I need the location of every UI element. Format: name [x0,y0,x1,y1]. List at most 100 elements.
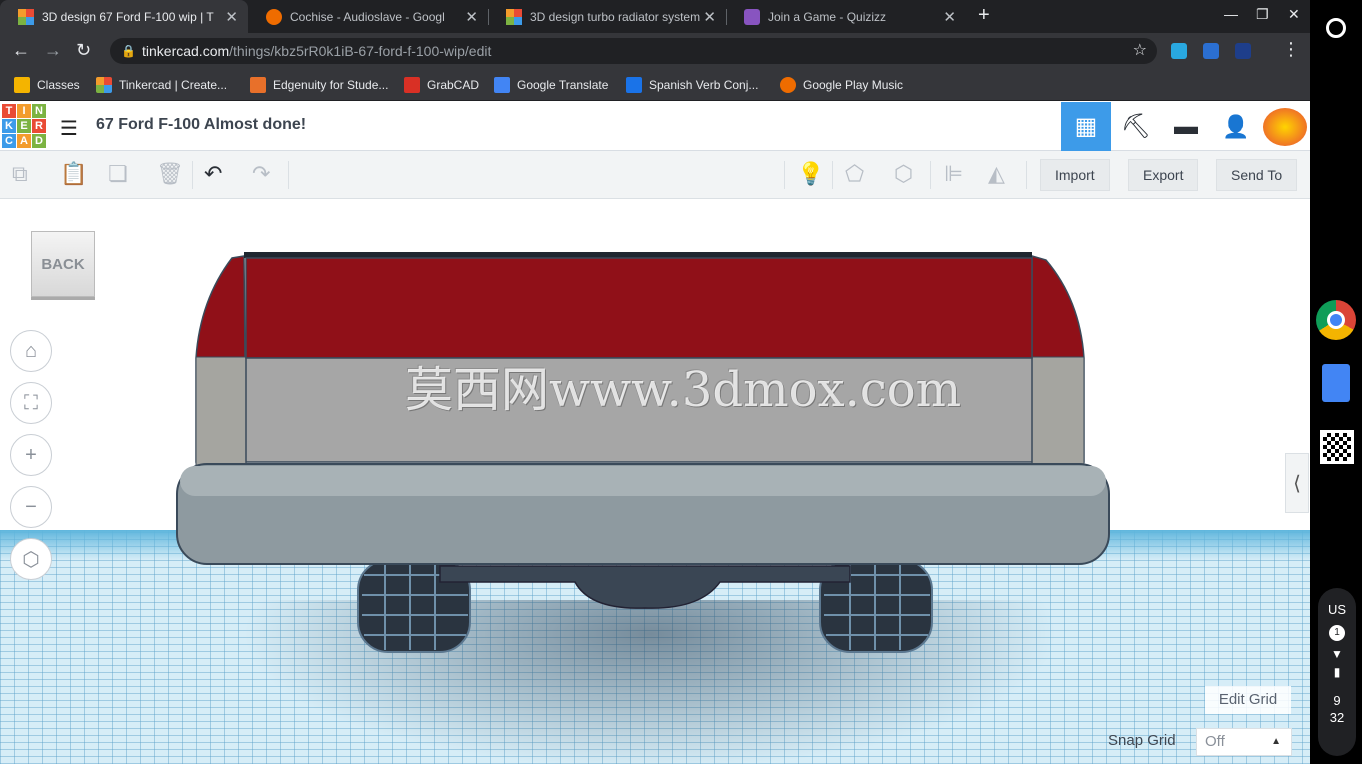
undo-icon[interactable]: ↶ [204,161,222,187]
bookmark-edgenuity[interactable]: Edgenuity for Stude... [250,69,388,101]
truck-model[interactable] [0,200,1310,764]
logo-letter-n: N [32,104,46,118]
export-button[interactable]: Export [1128,159,1199,191]
keyboard-layout: US [1327,602,1347,617]
toolbar-separator [288,161,289,189]
kebab-menu-icon[interactable]: ⋮ [1282,39,1300,60]
edgenuity-icon [250,77,266,93]
wifi-icon: ▼ [1331,647,1343,661]
logo-letter-r: R [32,119,46,133]
play-music-icon [266,8,282,25]
copy-icon[interactable]: ⧉ [12,161,28,187]
send-to-button[interactable]: Send To [1216,159,1298,191]
bookmark-star-icon[interactable]: ☆ [1133,38,1147,64]
ortho-view-icon[interactable]: ⬡ [10,538,52,580]
logo-letter-a: A [17,134,31,148]
trash-icon[interactable]: 🗑 [156,161,184,187]
close-icon[interactable]: ✕ [225,8,238,26]
launcher-icon[interactable] [1316,8,1356,48]
toolbar-separator [930,161,931,189]
clock-minute: 32 [1329,710,1345,725]
toolbar-separator [832,161,833,189]
minimize-icon[interactable]: — [1224,6,1238,22]
cloud-extension-icon[interactable] [1171,43,1187,59]
rear-axle[interactable] [439,565,851,609]
tab-audioslave[interactable]: Cochise - Audioslave - Googl ✕ [248,0,488,33]
add-user-icon[interactable]: 👤 [1211,102,1261,151]
new-tab-button[interactable]: + [978,4,990,27]
bookmarks-bar: Classes Tinkercad | Create... Edgenuity … [0,69,1310,101]
avatar[interactable] [1261,102,1309,151]
lightbulb-icon[interactable]: 💡 [797,161,824,187]
logo-letter-k: K [2,119,16,133]
paste-icon[interactable]: 📋 [60,161,87,187]
bookmark-tinkercad[interactable]: Tinkercad | Create... [96,69,227,101]
toolbar-separator [1026,161,1027,189]
shield-extension-icon[interactable] [1235,43,1251,59]
battery-icon: ▮ [1333,665,1341,679]
snap-grid-select[interactable]: Off ▲ [1196,728,1292,756]
clock-hour: 9 [1333,693,1341,708]
ungroup-icon[interactable]: ⬡ [894,161,913,187]
view-cube[interactable]: BACK [31,231,95,297]
close-icon[interactable]: ✕ [703,8,716,26]
caret-up-icon: ▲ [1271,736,1281,747]
grabcad-icon [404,77,420,93]
tab-turbo-radiator[interactable]: 3D design turbo radiator system ✕ [488,0,726,33]
design-title[interactable]: 67 Ford F-100 Almost done! [96,116,306,134]
align-icon[interactable]: ⊫ [944,161,963,187]
shapes-panel-toggle[interactable]: ⟨ [1285,453,1309,513]
home-view-icon[interactable]: ⌂ [10,330,52,372]
zoom-in-icon[interactable]: + [10,434,52,476]
fit-view-icon[interactable]: ⛶ [10,382,52,424]
tinkercad-logo[interactable]: TIN KER CAD [2,104,46,148]
tab-strip: 3D design 67 Ford F-100 wip | Ti ✕ Cochi… [0,0,1310,33]
close-icon[interactable]: ✕ [465,8,478,26]
pickaxe-icon[interactable]: ⛏ [1111,102,1161,151]
google-docs-icon[interactable] [1322,364,1350,402]
tab-tinkercad-ford[interactable]: 3D design 67 Ford F-100 wip | Ti ✕ [0,0,248,33]
chrome-icon[interactable] [1316,300,1356,340]
back-arrow-icon[interactable]: ← [12,40,30,61]
tinkercad-header: TIN KER CAD ☰ 67 Ford F-100 Almost done! ▦… [0,102,1310,151]
edit-grid-button[interactable]: Edit Grid [1205,686,1291,714]
reload-icon[interactable]: ↻ [76,40,91,61]
address-bar[interactable]: 🔒 tinkercad.com/things/kbz5rR0k1iB-67-fo… [110,38,1157,64]
logo-letter-t: T [2,104,16,118]
bookmark-google-translate[interactable]: Google Translate [494,69,608,101]
bookmark-grabcad[interactable]: GrabCAD [404,69,479,101]
bumper-highlight [180,466,1106,496]
forward-arrow-icon[interactable]: → [44,40,62,61]
bookmark-google-play-music[interactable]: Google Play Music [780,69,903,101]
bookmark-classes[interactable]: Classes [14,69,80,101]
duplicate-icon[interactable]: ❏ [108,161,128,187]
tailgate-red-panel[interactable] [245,257,1033,359]
mirror-icon[interactable]: ◭ [988,161,1005,187]
system-tray[interactable]: US 1 ▼ ▮ 9 32 [1318,588,1356,756]
group-icon[interactable]: ⬠ [845,161,864,187]
edit-toolbar: ⧉ 📋 ❏ 🗑 ↶ ↷ 💡 ⬠ ⬡ ⊫ ◭ Import Export Send… [0,151,1310,199]
import-button[interactable]: Import [1040,159,1110,191]
close-window-icon[interactable]: ✕ [1288,6,1300,23]
logo-letter-d: D [32,134,46,148]
left-lower-body[interactable] [195,356,247,468]
tab-quizizz[interactable]: Join a Game - Quizizz ✕ [726,0,966,33]
qr-code-icon[interactable] [1320,430,1354,464]
close-icon[interactable]: ✕ [943,8,956,26]
toolbar-separator [784,161,785,189]
tailgate-top-edge [244,252,1032,258]
bricks-icon[interactable]: ▬ [1161,102,1211,151]
browser-window: 3D design 67 Ford F-100 wip | Ti ✕ Cochi… [0,0,1310,764]
lock-icon: 🔒 [121,44,136,58]
bookmark-spanish-verb[interactable]: Spanish Verb Conj... [626,69,758,101]
redo-icon[interactable]: ↷ [252,161,270,187]
3d-design-view-icon[interactable]: ▦ [1061,102,1111,151]
restore-icon[interactable]: ❐ [1256,6,1269,23]
workplane-viewport[interactable]: 莫西网www.3dmox.com BACK ⌂ ⛶ + − ⬡ ⟨ Edit G… [0,200,1310,764]
zoom-out-icon[interactable]: − [10,486,52,528]
design-list-icon[interactable]: ☰ [60,116,78,141]
classroom-icon [14,77,30,93]
verb-conj-icon [626,77,642,93]
right-lower-body[interactable] [1031,356,1085,468]
b-extension-icon[interactable] [1203,43,1219,59]
